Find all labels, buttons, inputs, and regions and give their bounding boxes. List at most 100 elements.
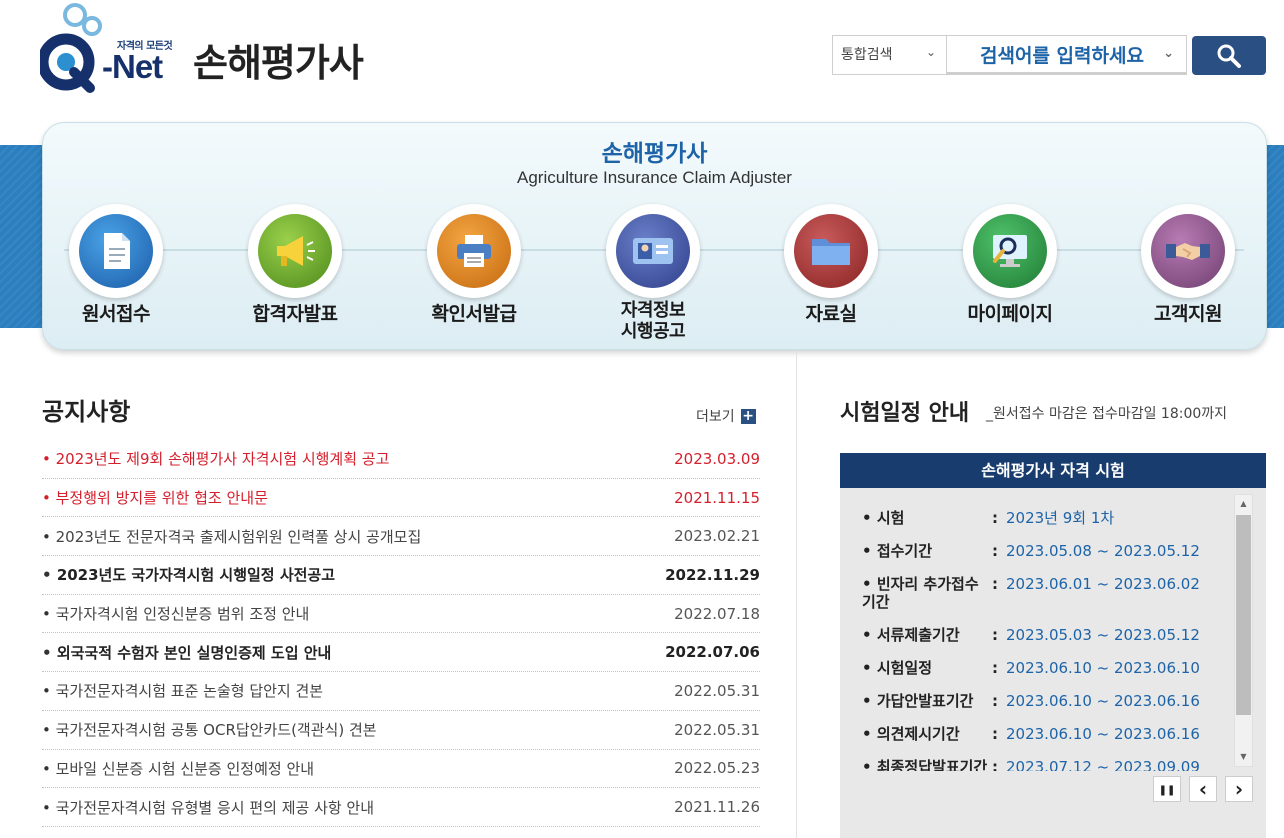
chevron-right-icon: › bbox=[1234, 777, 1244, 801]
notice-text: 2023년도 제9회 손해평가사 자격시험 시행계획 공고 bbox=[42, 448, 390, 469]
schedule-value: 2023년 9회 1차 bbox=[1006, 509, 1115, 527]
schedule-value: 2023.06.01 ~ 2023.06.02 bbox=[1006, 575, 1200, 593]
notice-item[interactable]: 외국국적 수험자 본인 실명인증제 도입 안내 2022.07.06 bbox=[42, 633, 760, 673]
schedule-list[interactable]: 시험:2023년 9회 1차 접수기간:2023.05.08 ~ 2023.05… bbox=[862, 505, 1222, 771]
nav-label: 자격정보 시행공고 bbox=[568, 300, 738, 342]
notice-item[interactable]: 국가전문자격시험 공통 OCR답안카드(객관식) 견본 2022.05.31 bbox=[42, 711, 760, 750]
nav-exam-info[interactable]: 자격정보 시행공고 bbox=[568, 204, 738, 344]
notice-section-title: 공지사항 bbox=[42, 398, 131, 426]
nav-label: 고객지원 bbox=[1154, 303, 1222, 325]
schedule-label: 의견제시기간 bbox=[862, 725, 992, 743]
notice-date: 2022.05.31 bbox=[674, 681, 760, 700]
schedule-section-title: 시험일정 안내 bbox=[840, 401, 970, 426]
schedule-label: 접수기간 bbox=[862, 542, 992, 560]
notice-date: 2021.11.26 bbox=[674, 798, 760, 817]
notice-item[interactable]: 국가전문자격시험 표준 논술형 답안지 견본 2022.05.31 bbox=[42, 672, 760, 711]
schedule-row: 가답안발표기간:2023.06.10 ~ 2023.06.16 bbox=[862, 692, 1222, 710]
nav-ring bbox=[1141, 204, 1235, 298]
schedule-label: 빈자리 추가접수 기간 bbox=[862, 575, 992, 611]
nav-application[interactable]: 원서접수 bbox=[31, 204, 201, 344]
header: 자격의 모든것 -Net 손해평가사 통합검색 ⌄ 검색어를 입력하세요 ⌄ bbox=[0, 0, 1284, 110]
schedule-scrollbar-thumb[interactable] bbox=[1236, 515, 1251, 715]
nav-label: 마이페이지 bbox=[967, 303, 1053, 325]
search-placeholder: 검색어를 입력하세요 bbox=[980, 45, 1144, 67]
notice-text: 국가전문자격시험 공통 OCR답안카드(객관식) 견본 bbox=[42, 719, 377, 740]
schedule-label: 시험일정 bbox=[862, 659, 992, 677]
schedule-colon: : bbox=[992, 509, 998, 527]
notice-more-link[interactable]: 더보기 + bbox=[696, 406, 756, 426]
qnet-logo[interactable]: 자격의 모든것 -Net bbox=[37, 2, 180, 94]
nav-label: 합격자발표 bbox=[252, 303, 338, 325]
schedule-label: 가답안발표기간 bbox=[862, 692, 992, 710]
notice-text: 모바일 신분증 시험 신분증 인정예정 안내 bbox=[42, 758, 314, 779]
schedule-label: 시험 bbox=[862, 509, 992, 527]
nav-support[interactable]: 고객지원 bbox=[1103, 204, 1273, 344]
scroll-down-icon[interactable]: ▼ bbox=[1236, 749, 1251, 765]
notice-date: 2022.05.31 bbox=[674, 720, 760, 739]
schedule-panel-title: 손해평가사 자격 시험 bbox=[840, 453, 1266, 488]
nav-results[interactable]: 합격자발표 bbox=[210, 204, 380, 344]
schedule-row: 최종정답발표기간:2023.07.12 ~ 2023.09.09 bbox=[862, 758, 1222, 771]
logo-text: -Net bbox=[102, 48, 163, 85]
nav-certificate[interactable]: 확인서발급 bbox=[389, 204, 559, 344]
notice-item[interactable]: 국가자격시험 인정신분증 범위 조정 안내 2022.07.18 bbox=[42, 595, 760, 634]
schedule-row: 서류제출기간:2023.05.03 ~ 2023.05.12 bbox=[862, 626, 1222, 644]
more-label: 더보기 bbox=[696, 409, 735, 425]
chevron-left-icon: ‹ bbox=[1198, 777, 1208, 801]
notice-text: 2023년도 국가자격시험 시행일정 사전공고 bbox=[42, 564, 335, 585]
nav-label: 자료실 bbox=[805, 303, 857, 325]
nav-library[interactable]: 자료실 bbox=[746, 204, 916, 344]
notice-date: 2022.07.06 bbox=[665, 643, 760, 662]
notice-date: 2022.05.23 bbox=[674, 759, 760, 778]
column-divider bbox=[796, 350, 797, 838]
search-input[interactable]: 검색어를 입력하세요 ⌄ bbox=[946, 35, 1187, 75]
schedule-row: 의견제시기간:2023.06.10 ~ 2023.06.16 bbox=[862, 725, 1222, 743]
notice-date: 2022.07.18 bbox=[674, 604, 760, 623]
nav-label-line1: 자격정보 bbox=[620, 300, 686, 321]
notice-item[interactable]: 2023년도 전문자격국 출제시험위원 인력풀 상시 공개모집 2023.02.2… bbox=[42, 517, 760, 557]
id-card-icon bbox=[616, 214, 690, 288]
next-button[interactable]: › bbox=[1225, 776, 1253, 802]
schedule-value: 2023.07.12 ~ 2023.09.09 bbox=[1006, 758, 1200, 771]
banner-subtitle: Agriculture Insurance Claim Adjuster bbox=[517, 168, 792, 187]
nav-ring bbox=[606, 204, 700, 298]
schedule-colon: : bbox=[992, 659, 998, 677]
nav-label: 원서접수 bbox=[82, 303, 150, 325]
schedule-row: 시험:2023년 9회 1차 bbox=[862, 509, 1222, 527]
notice-item[interactable]: 2023년도 제9회 손해평가사 자격시험 시행계획 공고 2023.03.09 bbox=[42, 440, 760, 479]
megaphone-icon bbox=[258, 214, 332, 288]
notice-item[interactable]: 국가전문자격시험 유형별 응시 편의 제공 사항 안내 2021.11.26 bbox=[42, 788, 760, 827]
search-scope-value: 통합검색 bbox=[841, 47, 893, 63]
schedule-value: 2023.06.10 ~ 2023.06.10 bbox=[1006, 659, 1200, 677]
nav-ring bbox=[248, 204, 342, 298]
chevron-down-icon: ⌄ bbox=[1163, 46, 1174, 61]
schedule-label: 최종정답발표기간 bbox=[862, 758, 992, 771]
search-button[interactable] bbox=[1192, 36, 1266, 75]
notice-item[interactable]: 부정행위 방지를 위한 협조 안내문 2021.11.15 bbox=[42, 479, 760, 518]
folder-icon bbox=[794, 214, 868, 288]
search-scope-select[interactable]: 통합검색 ⌄ bbox=[832, 35, 946, 75]
schedule-colon: : bbox=[992, 692, 998, 710]
schedule-row: 빈자리 추가접수 기간:2023.06.01 ~ 2023.06.02 bbox=[862, 575, 1222, 611]
nav-label-line2: 시행공고 bbox=[620, 321, 686, 342]
notice-text: 2023년도 전문자격국 출제시험위원 인력풀 상시 공개모집 bbox=[42, 526, 422, 547]
notice-date: 2023.02.21 bbox=[674, 527, 760, 546]
plus-icon: + bbox=[740, 407, 756, 424]
printer-icon bbox=[437, 214, 511, 288]
notice-date: 2023.03.09 bbox=[674, 449, 760, 468]
notice-item[interactable]: 모바일 신분증 시험 신분증 인정예정 안내 2022.05.23 bbox=[42, 750, 760, 789]
notice-text: 국가전문자격시험 유형별 응시 편의 제공 사항 안내 bbox=[42, 797, 374, 818]
prev-button[interactable]: ‹ bbox=[1189, 776, 1217, 802]
nav-ring bbox=[963, 204, 1057, 298]
schedule-value: 2023.06.10 ~ 2023.06.16 bbox=[1006, 692, 1200, 710]
notice-text: 국가자격시험 인정신분증 범위 조정 안내 bbox=[42, 603, 310, 624]
schedule-value: 2023.05.03 ~ 2023.05.12 bbox=[1006, 626, 1200, 644]
pause-button[interactable]: ❚❚ bbox=[1153, 776, 1181, 802]
schedule-colon: : bbox=[992, 758, 998, 771]
schedule-colon: : bbox=[992, 626, 998, 644]
notice-item[interactable]: 2023년도 국가자격시험 시행일정 사전공고 2022.11.29 bbox=[42, 556, 760, 595]
notice-list: 2023년도 제9회 손해평가사 자격시험 시행계획 공고2023.03.09 … bbox=[42, 440, 760, 827]
scroll-up-icon[interactable]: ▲ bbox=[1236, 496, 1251, 512]
nav-mypage[interactable]: 마이페이지 bbox=[925, 204, 1095, 344]
schedule-row: 접수기간:2023.05.08 ~ 2023.05.12 bbox=[862, 542, 1222, 560]
